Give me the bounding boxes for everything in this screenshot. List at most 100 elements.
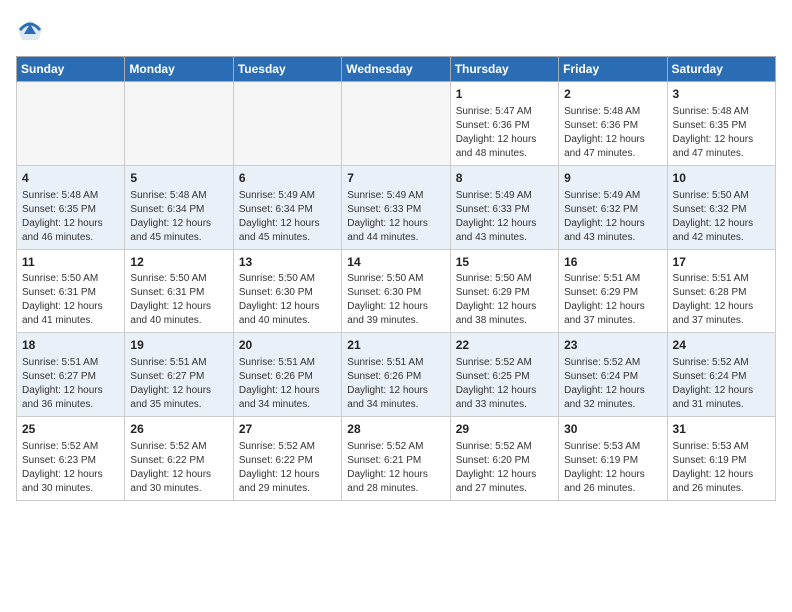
day-info: Sunrise: 5:53 AM Sunset: 6:19 PM Dayligh… bbox=[673, 440, 770, 496]
calendar-cell: 9 Sunrise: 5:49 AM Sunset: 6:32 PM Daylig… bbox=[559, 165, 667, 249]
calendar-cell bbox=[125, 82, 233, 166]
day-info: Sunrise: 5:52 AM Sunset: 6:22 PM Dayligh… bbox=[130, 440, 227, 496]
day-header-sunday: Sunday bbox=[17, 57, 125, 82]
calendar-cell: 30Sunrise: 5:53 AM Sunset: 6:19 PM Dayli… bbox=[559, 417, 667, 501]
day-info: Sunrise: 5:52 AM Sunset: 6:25 PM Dayligh… bbox=[456, 356, 553, 412]
day-info: Sunrise: 5:49 AM Sunset: 6:34 PM Dayligh… bbox=[239, 189, 336, 245]
day-info: Sunrise: 5:52 AM Sunset: 6:24 PM Dayligh… bbox=[564, 356, 661, 412]
day-number: 7 bbox=[347, 170, 444, 187]
day-header-thursday: Thursday bbox=[450, 57, 558, 82]
calendar-cell: 22 Sunrise: 5:52 AM Sunset: 6:25 PM Dayli… bbox=[450, 333, 558, 417]
calendar-cell: 8 Sunrise: 5:49 AM Sunset: 6:33 PM Daylig… bbox=[450, 165, 558, 249]
day-number: 31 bbox=[673, 421, 770, 438]
calendar-cell: 6 Sunrise: 5:49 AM Sunset: 6:34 PM Daylig… bbox=[233, 165, 341, 249]
calendar-cell: 29 Sunrise: 5:52 AM Sunset: 6:20 PM Dayli… bbox=[450, 417, 558, 501]
day-info: Sunrise: 5:51 AM Sunset: 6:29 PM Dayligh… bbox=[564, 272, 661, 328]
day-number: 5 bbox=[130, 170, 227, 187]
day-number: 18 bbox=[22, 337, 119, 354]
day-number: 25 bbox=[22, 421, 119, 438]
calendar-cell: 4 Sunrise: 5:48 AM Sunset: 6:35 PM Daylig… bbox=[17, 165, 125, 249]
day-info: Sunrise: 5:52 AM Sunset: 6:22 PM Dayligh… bbox=[239, 440, 336, 496]
day-number: 8 bbox=[456, 170, 553, 187]
day-number: 12 bbox=[130, 254, 227, 271]
day-number: 28 bbox=[347, 421, 444, 438]
page-header bbox=[16, 16, 776, 44]
day-number: 15 bbox=[456, 254, 553, 271]
day-number: 1 bbox=[456, 86, 553, 103]
day-number: 16 bbox=[564, 254, 661, 271]
day-number: 2 bbox=[564, 86, 661, 103]
day-info: Sunrise: 5:48 AM Sunset: 6:36 PM Dayligh… bbox=[564, 105, 661, 161]
day-number: 3 bbox=[673, 86, 770, 103]
day-info: Sunrise: 5:52 AM Sunset: 6:20 PM Dayligh… bbox=[456, 440, 553, 496]
day-info: Sunrise: 5:53 AM Sunset: 6:19 PM Dayligh… bbox=[564, 440, 661, 496]
calendar-row-1: 1 Sunrise: 5:47 AM Sunset: 6:36 PM Daylig… bbox=[17, 82, 776, 166]
day-number: 21 bbox=[347, 337, 444, 354]
calendar-cell: 13Sunrise: 5:50 AM Sunset: 6:30 PM Dayli… bbox=[233, 249, 341, 333]
day-number: 9 bbox=[564, 170, 661, 187]
day-info: Sunrise: 5:48 AM Sunset: 6:34 PM Dayligh… bbox=[130, 189, 227, 245]
calendar-row-2: 4 Sunrise: 5:48 AM Sunset: 6:35 PM Daylig… bbox=[17, 165, 776, 249]
calendar-row-3: 11Sunrise: 5:50 AM Sunset: 6:31 PM Dayli… bbox=[17, 249, 776, 333]
day-info: Sunrise: 5:49 AM Sunset: 6:32 PM Dayligh… bbox=[564, 189, 661, 245]
day-info: Sunrise: 5:50 AM Sunset: 6:29 PM Dayligh… bbox=[456, 272, 553, 328]
calendar-row-5: 25 Sunrise: 5:52 AM Sunset: 6:23 PM Dayli… bbox=[17, 417, 776, 501]
calendar-cell bbox=[233, 82, 341, 166]
day-info: Sunrise: 5:52 AM Sunset: 6:24 PM Dayligh… bbox=[673, 356, 770, 412]
calendar-cell: 1 Sunrise: 5:47 AM Sunset: 6:36 PM Daylig… bbox=[450, 82, 558, 166]
calendar-cell bbox=[17, 82, 125, 166]
day-info: Sunrise: 5:51 AM Sunset: 6:26 PM Dayligh… bbox=[347, 356, 444, 412]
day-info: Sunrise: 5:50 AM Sunset: 6:32 PM Dayligh… bbox=[673, 189, 770, 245]
calendar-cell: 27 Sunrise: 5:52 AM Sunset: 6:22 PM Dayli… bbox=[233, 417, 341, 501]
day-info: Sunrise: 5:51 AM Sunset: 6:26 PM Dayligh… bbox=[239, 356, 336, 412]
day-number: 11 bbox=[22, 254, 119, 271]
day-info: Sunrise: 5:49 AM Sunset: 6:33 PM Dayligh… bbox=[347, 189, 444, 245]
header-row: SundayMondayTuesdayWednesdayThursdayFrid… bbox=[17, 57, 776, 82]
calendar-cell: 26 Sunrise: 5:52 AM Sunset: 6:22 PM Dayli… bbox=[125, 417, 233, 501]
calendar-cell: 31 Sunrise: 5:53 AM Sunset: 6:19 PM Dayli… bbox=[667, 417, 775, 501]
calendar-table: SundayMondayTuesdayWednesdayThursdayFrid… bbox=[16, 56, 776, 501]
day-header-friday: Friday bbox=[559, 57, 667, 82]
day-number: 4 bbox=[22, 170, 119, 187]
day-number: 6 bbox=[239, 170, 336, 187]
day-number: 17 bbox=[673, 254, 770, 271]
calendar-cell: 7 Sunrise: 5:49 AM Sunset: 6:33 PM Daylig… bbox=[342, 165, 450, 249]
calendar-cell: 10Sunrise: 5:50 AM Sunset: 6:32 PM Dayli… bbox=[667, 165, 775, 249]
day-info: Sunrise: 5:48 AM Sunset: 6:35 PM Dayligh… bbox=[673, 105, 770, 161]
calendar-cell: 20 Sunrise: 5:51 AM Sunset: 6:26 PM Dayli… bbox=[233, 333, 341, 417]
day-info: Sunrise: 5:50 AM Sunset: 6:31 PM Dayligh… bbox=[22, 272, 119, 328]
day-info: Sunrise: 5:51 AM Sunset: 6:27 PM Dayligh… bbox=[22, 356, 119, 412]
calendar-cell: 25 Sunrise: 5:52 AM Sunset: 6:23 PM Dayli… bbox=[17, 417, 125, 501]
day-number: 20 bbox=[239, 337, 336, 354]
day-info: Sunrise: 5:52 AM Sunset: 6:23 PM Dayligh… bbox=[22, 440, 119, 496]
calendar-cell: 17Sunrise: 5:51 AM Sunset: 6:28 PM Dayli… bbox=[667, 249, 775, 333]
day-number: 27 bbox=[239, 421, 336, 438]
day-number: 29 bbox=[456, 421, 553, 438]
calendar-cell: 15Sunrise: 5:50 AM Sunset: 6:29 PM Dayli… bbox=[450, 249, 558, 333]
day-info: Sunrise: 5:49 AM Sunset: 6:33 PM Dayligh… bbox=[456, 189, 553, 245]
day-header-monday: Monday bbox=[125, 57, 233, 82]
calendar-cell: 23 Sunrise: 5:52 AM Sunset: 6:24 PM Dayli… bbox=[559, 333, 667, 417]
day-info: Sunrise: 5:51 AM Sunset: 6:27 PM Dayligh… bbox=[130, 356, 227, 412]
day-info: Sunrise: 5:52 AM Sunset: 6:21 PM Dayligh… bbox=[347, 440, 444, 496]
day-number: 26 bbox=[130, 421, 227, 438]
calendar-cell: 3 Sunrise: 5:48 AM Sunset: 6:35 PM Daylig… bbox=[667, 82, 775, 166]
day-number: 19 bbox=[130, 337, 227, 354]
calendar-cell: 19 Sunrise: 5:51 AM Sunset: 6:27 PM Dayli… bbox=[125, 333, 233, 417]
calendar-cell: 5 Sunrise: 5:48 AM Sunset: 6:34 PM Daylig… bbox=[125, 165, 233, 249]
day-info: Sunrise: 5:50 AM Sunset: 6:30 PM Dayligh… bbox=[347, 272, 444, 328]
day-info: Sunrise: 5:47 AM Sunset: 6:36 PM Dayligh… bbox=[456, 105, 553, 161]
day-number: 13 bbox=[239, 254, 336, 271]
calendar-cell: 21 Sunrise: 5:51 AM Sunset: 6:26 PM Dayli… bbox=[342, 333, 450, 417]
day-info: Sunrise: 5:48 AM Sunset: 6:35 PM Dayligh… bbox=[22, 189, 119, 245]
calendar-cell: 12Sunrise: 5:50 AM Sunset: 6:31 PM Dayli… bbox=[125, 249, 233, 333]
day-info: Sunrise: 5:50 AM Sunset: 6:30 PM Dayligh… bbox=[239, 272, 336, 328]
day-number: 24 bbox=[673, 337, 770, 354]
calendar-cell: 24 Sunrise: 5:52 AM Sunset: 6:24 PM Dayli… bbox=[667, 333, 775, 417]
day-number: 22 bbox=[456, 337, 553, 354]
calendar-row-4: 18 Sunrise: 5:51 AM Sunset: 6:27 PM Dayli… bbox=[17, 333, 776, 417]
day-header-wednesday: Wednesday bbox=[342, 57, 450, 82]
calendar-cell: 16Sunrise: 5:51 AM Sunset: 6:29 PM Dayli… bbox=[559, 249, 667, 333]
logo bbox=[16, 16, 48, 44]
day-number: 23 bbox=[564, 337, 661, 354]
